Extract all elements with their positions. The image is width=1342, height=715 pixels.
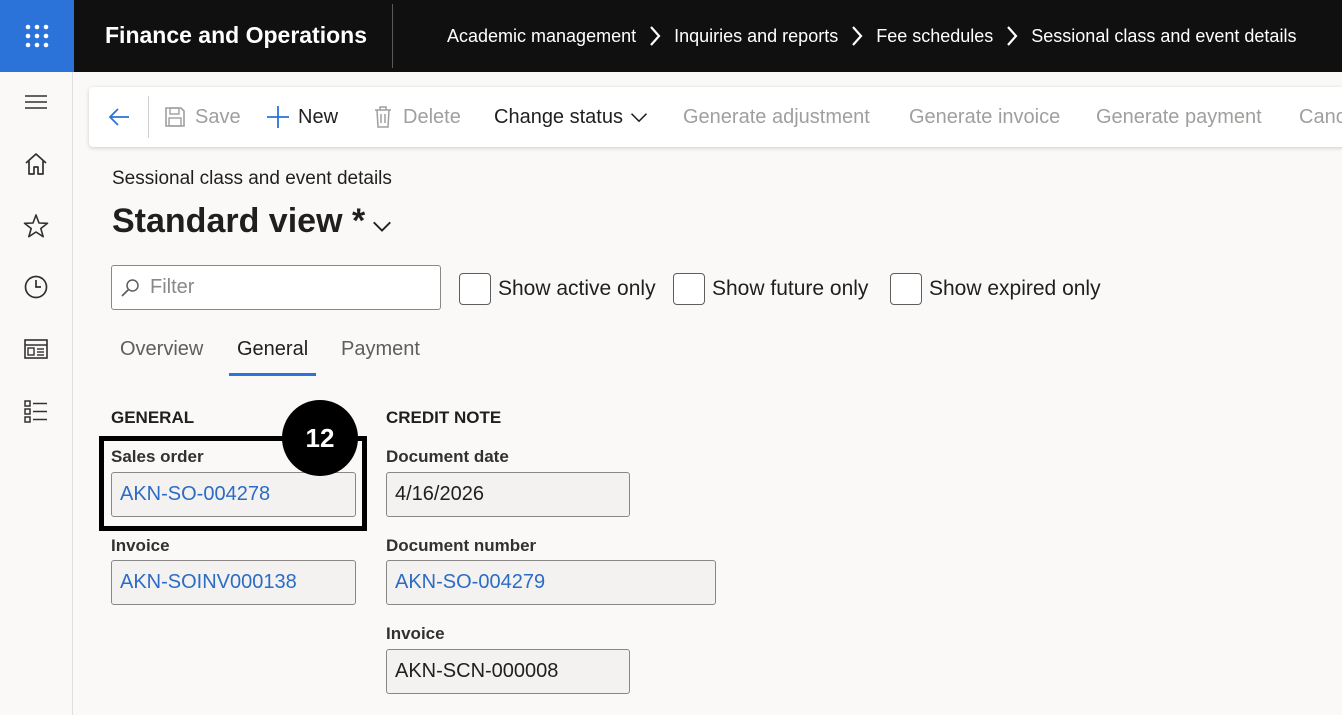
waffle-icon: [25, 24, 49, 48]
new-label: New: [298, 105, 339, 128]
chevron-down-icon: [630, 113, 648, 123]
delete-label: Delete: [403, 105, 461, 128]
checkbox-box[interactable]: [459, 273, 491, 305]
document-number-label: Document number: [386, 536, 537, 555]
breadcrumb-academic-management[interactable]: Academic management: [447, 26, 636, 47]
action-pane: Save New Delete Change status Generate a…: [89, 87, 1342, 147]
generate-adjustment-button[interactable]: Generate adjustment: [683, 87, 870, 147]
back-button[interactable]: [107, 87, 131, 147]
credit-note-section-title: CREDIT NOTE: [386, 408, 502, 427]
cancel-button[interactable]: Canc: [1299, 87, 1342, 147]
general-section-title: GENERAL: [111, 408, 195, 427]
generate-invoice-button[interactable]: Generate invoice: [909, 87, 1060, 147]
checkbox-label: Show expired only: [929, 277, 1101, 300]
credit-note-invoice-label: Invoice: [386, 624, 445, 643]
checkbox-box[interactable]: [890, 273, 922, 305]
checkbox-label: Show future only: [712, 277, 869, 300]
plus-icon: [267, 106, 289, 128]
left-navigation-pane: [0, 72, 73, 715]
form-caption: Sessional class and event details: [112, 168, 392, 189]
step-number-badge: 12: [282, 400, 358, 476]
credit-note-invoice-field[interactable]: AKN-SCN-000008: [386, 649, 630, 694]
invoice-label: Invoice: [111, 536, 170, 555]
chevron-right-icon: [993, 24, 1031, 48]
app-name[interactable]: Finance and Operations: [105, 22, 367, 49]
back-arrow-icon: [108, 108, 129, 126]
trash-icon: [375, 106, 391, 128]
hamburger-icon[interactable]: [22, 88, 50, 116]
save-label: Save: [195, 105, 241, 128]
generate-payment-button[interactable]: Generate payment: [1096, 87, 1262, 147]
chevron-right-icon: [636, 24, 674, 48]
change-status-label: Change status: [494, 105, 623, 128]
star-icon[interactable]: [22, 212, 50, 240]
home-icon[interactable]: [22, 150, 50, 178]
document-date-label: Document date: [386, 447, 509, 466]
tab-payment[interactable]: Payment: [341, 338, 420, 376]
show-active-only-checkbox[interactable]: Show active only: [459, 272, 656, 306]
search-icon: [121, 278, 139, 297]
topbar-divider: [392, 4, 393, 68]
document-number-field[interactable]: AKN-SO-004279: [386, 560, 716, 605]
show-expired-only-checkbox[interactable]: Show expired only: [890, 272, 1101, 306]
chevron-down-icon: [373, 221, 392, 232]
view-selector[interactable]: Standard view *: [112, 202, 393, 241]
action-pane-divider: [148, 96, 149, 138]
show-future-only-checkbox[interactable]: Show future only: [673, 272, 868, 306]
tab-general[interactable]: General: [237, 338, 308, 376]
invoice-field[interactable]: AKN-SOINV000138: [111, 560, 356, 605]
breadcrumb-fee-schedules[interactable]: Fee schedules: [876, 26, 993, 47]
change-status-button[interactable]: Change status: [494, 87, 649, 147]
breadcrumb-sessional-class-and-event-details[interactable]: Sessional class and event details: [1031, 26, 1296, 47]
save-icon: [165, 107, 185, 127]
view-name: Standard view *: [112, 202, 366, 240]
clock-icon[interactable]: [22, 273, 50, 301]
workspace-icon[interactable]: [22, 335, 50, 363]
checkbox-label: Show active only: [498, 277, 656, 300]
save-button[interactable]: Save: [163, 87, 241, 147]
app-launcher-button[interactable]: [0, 0, 74, 72]
filter-input[interactable]: [150, 276, 430, 299]
list-icon[interactable]: [22, 397, 50, 425]
chevron-right-icon: [838, 24, 876, 48]
delete-button[interactable]: Delete: [371, 87, 461, 147]
top-navigation-bar: Finance and Operations Academic manageme…: [0, 0, 1342, 72]
breadcrumb: Academic management Inquiries and report…: [447, 24, 1296, 48]
checkbox-box[interactable]: [673, 273, 705, 305]
breadcrumb-inquiries-and-reports[interactable]: Inquiries and reports: [674, 26, 838, 47]
filter-box: [111, 265, 441, 310]
tab-overview[interactable]: Overview: [120, 338, 203, 376]
document-date-field[interactable]: 4/16/2026: [386, 472, 630, 517]
selected-tab-indicator: [229, 373, 316, 376]
new-button[interactable]: New: [266, 87, 338, 147]
